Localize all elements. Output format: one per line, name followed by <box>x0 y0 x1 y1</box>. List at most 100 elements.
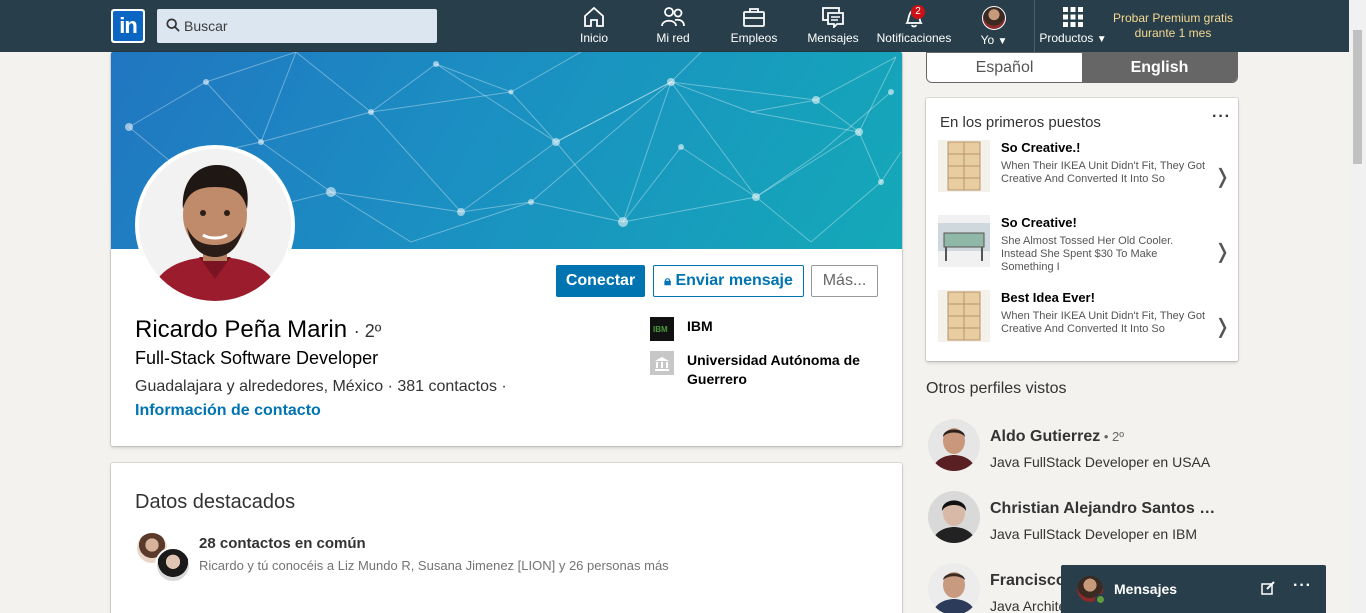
nav-messages-label: Mensajes <box>807 31 859 45</box>
mutual-connections-count[interactable]: 28 contactos en común <box>199 535 366 552</box>
messages-icon <box>822 7 844 28</box>
nav-home[interactable]: Inicio <box>574 6 614 50</box>
ad-headline: So Creative! <box>1001 215 1077 230</box>
profile-card: Conectar 🔒︎ Enviar mensaje Más... Ricard… <box>111 52 902 446</box>
ad-text: She Almost Tossed Her Old Cooler. Instea… <box>1001 235 1174 273</box>
top-navbar: in Inicio Mi red Empleos Mensajes 2 Noti… <box>0 0 1366 52</box>
person-title: Java FullStack Developer en USAA <box>990 454 1211 470</box>
others-viewed-title: Otros perfiles vistos <box>926 380 1067 397</box>
nav-network-label: Mi red <box>656 31 690 45</box>
highlights-card: Datos destacados 28 contactos en común R… <box>111 463 902 613</box>
online-status-icon <box>1095 594 1106 605</box>
ad-headline: So Creative.! <box>1001 140 1081 155</box>
svg-text:IBM: IBM <box>653 325 668 334</box>
notifications-badge: 2 <box>911 5 925 19</box>
ad-item[interactable]: Best Idea Ever! When Their IKEA Unit Did… <box>938 290 1231 360</box>
connection-degree: • 2º <box>1100 429 1124 444</box>
org-company-name: IBM <box>687 318 713 334</box>
nav-jobs-label: Empleos <box>730 31 778 45</box>
language-toggle: Español English <box>926 52 1238 83</box>
nav-me-label: Yo <box>980 33 995 47</box>
more-button[interactable]: Más... <box>811 265 878 297</box>
org-company[interactable]: IBM IBM <box>650 317 890 341</box>
nav-network[interactable]: Mi red <box>651 6 695 50</box>
page-scrollbar[interactable] <box>1349 0 1366 613</box>
person-name-row: Aldo Gutierrez • 2º <box>990 428 1124 446</box>
person-card[interactable]: Aldo Gutierrez • 2º Java FullStack Devel… <box>928 419 1228 475</box>
avatar-icon <box>982 6 1006 30</box>
mutual-avatars[interactable] <box>135 531 193 583</box>
nav-divider <box>1034 0 1035 52</box>
chevron-right-icon: ❭ <box>1214 241 1231 263</box>
nav-products-label: Productos <box>1039 31 1094 45</box>
messaging-bar[interactable]: Mensajes ··· <box>1061 565 1326 613</box>
lang-spanish-button[interactable]: Español <box>927 53 1082 82</box>
ad-text: When Their IKEA Unit Didn't Fit, They Go… <box>1001 310 1206 335</box>
linkedin-logo[interactable]: in <box>111 9 145 43</box>
send-message-button[interactable]: 🔒︎ Enviar mensaje <box>653 265 804 297</box>
nav-products-label-wrap: Productos ▼ <box>1037 31 1109 45</box>
connection-degree: · 2º <box>353 321 382 341</box>
nav-notifications-label: Notificaciones <box>876 31 952 45</box>
network-icon <box>661 7 685 27</box>
nav-notifications[interactable]: 2 Notificaciones <box>874 5 954 50</box>
profile-location: Guadalajara y alrededores, México · 381 … <box>135 378 507 395</box>
ibm-logo: IBM <box>650 317 674 341</box>
ad-item[interactable]: So Creative! She Almost Tossed Her Old C… <box>938 215 1231 285</box>
compose-icon[interactable] <box>1261 581 1275 595</box>
premium-link[interactable]: Probar Premium gratis durante 1 mes <box>1108 11 1238 41</box>
person-name: Aldo Gutierrez <box>990 428 1101 445</box>
avatar <box>928 563 980 613</box>
mutual-connections-detail: Ricardo y tú conocéis a Liz Mundo R, Sus… <box>199 558 669 573</box>
shelf-thumbnail <box>938 140 990 192</box>
connect-button[interactable]: Conectar <box>556 265 645 297</box>
avatar <box>928 491 980 543</box>
ad-item[interactable]: So Creative.! When Their IKEA Unit Didn'… <box>938 140 1231 210</box>
nav-home-label: Inicio <box>579 31 608 45</box>
chevron-right-icon: ❭ <box>1214 316 1231 338</box>
nav-me[interactable]: Yo ▼ <box>977 6 1011 50</box>
lock-icon: 🔒︎ <box>664 273 672 288</box>
person-title: Java FullStack Developer en IBM <box>990 526 1197 542</box>
nav-me-label-wrap: Yo ▼ <box>977 33 1011 47</box>
org-education-name: Universidad Autónoma de Guerrero <box>687 352 860 387</box>
messaging-label: Mensajes <box>1114 581 1178 597</box>
profile-name-row: Ricardo Peña Marin · 2º <box>135 316 381 344</box>
person-name: Christian Alejandro Santos Ga... <box>990 500 1222 517</box>
nav-products[interactable]: Productos ▼ <box>1037 6 1109 50</box>
profile-name: Ricardo Peña Marin <box>135 316 348 343</box>
highlights-title: Datos destacados <box>135 491 296 513</box>
university-icon <box>650 351 674 375</box>
profile-photo-portrait <box>139 149 291 301</box>
avatar <box>155 547 191 583</box>
scrollbar-thumb[interactable] <box>1353 30 1362 164</box>
person-title: Java Archite <box>990 598 1067 613</box>
shelf-thumbnail <box>938 290 990 342</box>
chevron-right-icon: ❭ <box>1214 166 1231 188</box>
search-input[interactable] <box>184 9 429 43</box>
ads-title: En los primeros puestos <box>940 114 1101 131</box>
ad-headline: Best Idea Ever! <box>1001 290 1095 305</box>
person-card[interactable]: Christian Alejandro Santos Ga... Java Fu… <box>928 491 1228 547</box>
search-box[interactable] <box>157 9 437 43</box>
ads-menu-icon[interactable]: ··· <box>1212 108 1231 126</box>
profile-photo[interactable] <box>135 145 295 305</box>
chevron-down-icon: ▼ <box>1096 34 1107 45</box>
ad-text: When Their IKEA Unit Didn't Fit, They Go… <box>1001 160 1206 185</box>
send-message-label: Enviar mensaje <box>675 272 793 289</box>
profile-headline: Full-Stack Software Developer <box>135 348 379 368</box>
nav-messages[interactable]: Mensajes <box>807 6 859 50</box>
avatar <box>928 419 980 471</box>
org-education[interactable]: Universidad Autónoma de Guerrero <box>650 351 890 391</box>
chevron-down-icon: ▼ <box>997 36 1008 47</box>
contact-info-link[interactable]: Información de contacto <box>135 402 321 420</box>
person-name: Francisco <box>990 572 1066 589</box>
messaging-menu-icon[interactable]: ··· <box>1293 577 1312 595</box>
grid-icon <box>1063 7 1083 27</box>
cooler-thumbnail <box>938 215 990 267</box>
nav-jobs[interactable]: Empleos <box>729 6 779 50</box>
ads-card: En los primeros puestos ··· So Creative.… <box>926 98 1238 361</box>
search-icon <box>166 18 180 32</box>
lang-english-button[interactable]: English <box>1082 53 1237 82</box>
home-icon <box>584 6 604 27</box>
